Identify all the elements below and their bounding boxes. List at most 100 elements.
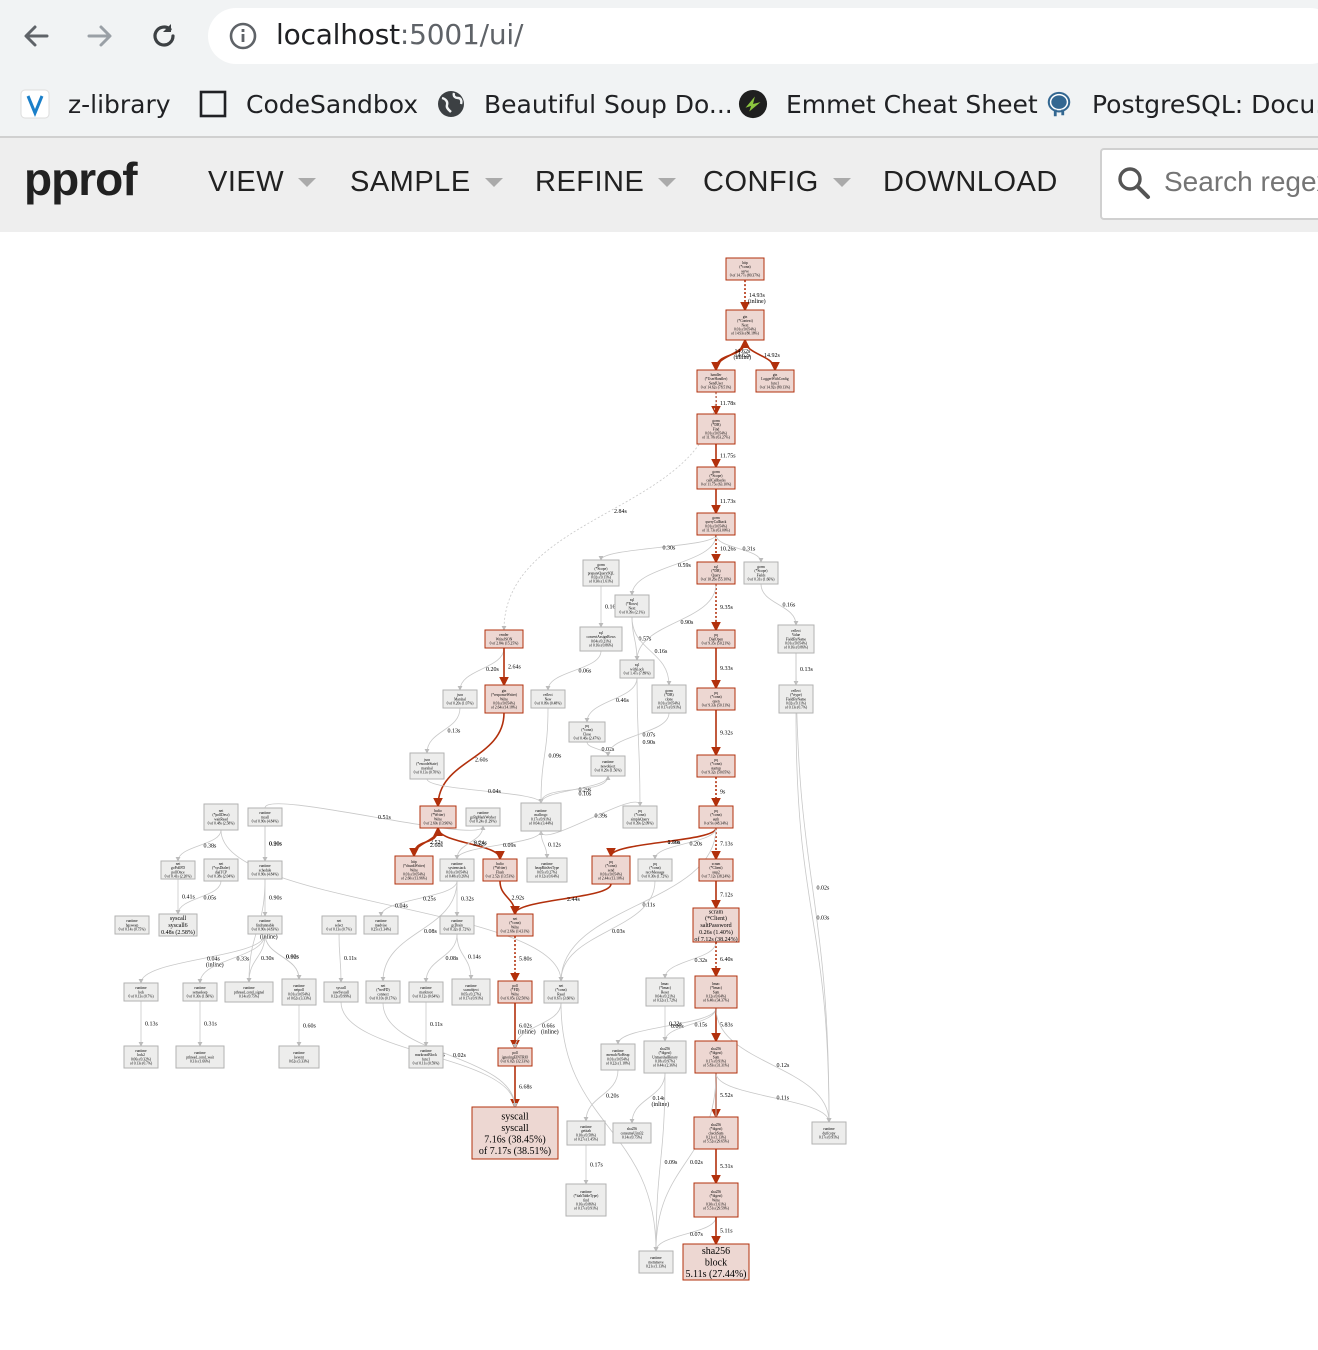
menu-view[interactable]: VIEW (208, 166, 317, 199)
forward-button[interactable] (82, 18, 118, 54)
graph-node[interactable]: sql(*DB)Query0 of 10.26s (55.10%) (696, 561, 736, 585)
graph-node[interactable]: runtimelock20.06s (0.32%)of 0.13s (0.7%) (123, 1045, 159, 1069)
graph-node[interactable]: runtimegcBgMarkWorker0 of 0.24s (1.29%) (465, 807, 501, 827)
graph-node[interactable]: runtimemarkroot0 of 0.12s (0.64%) (408, 981, 444, 1003)
graph-node[interactable]: sha256block5.11s (27.44%) (682, 1243, 750, 1281)
menu-config[interactable]: CONFIG (703, 166, 851, 199)
graph-node[interactable]: sql(*Rows)Next0 of 0.39s (2.1%) (614, 594, 650, 618)
graph-node[interactable]: sha256(*digest)checkSum0.21s (1.13%)of 5… (693, 1116, 739, 1150)
graph-node[interactable]: reflect(*rtype)FieldByName0.02s (0.11%)o… (778, 684, 814, 714)
graph-node[interactable]: hmac(*hmac)Reset0.04s (0.21%)of 0.32s (1… (645, 977, 685, 1007)
graph-node[interactable]: runtimememmove0.21s (1.13%) (638, 1250, 674, 1274)
graph-node[interactable]: runtimenewobject0 of 0.29s (1.56%) (590, 755, 626, 777)
graph-node[interactable]: scram(*Client)saltPassword0.26s (1.40%)o… (692, 907, 740, 943)
graph-node[interactable]: pq(*conn)recvMessage0 of 0.30s (1.72%) (637, 858, 673, 882)
graph-node[interactable]: runtimemcall0 of 0.90s (4.84%) (247, 807, 283, 827)
reload-button[interactable] (146, 18, 182, 54)
graph-node[interactable]: runtimepthread_cond_signal0.14s (0.75%) (224, 981, 274, 1003)
graph-node[interactable]: bufio(*Writer)Flush0 of 2.52s (13.53%) (482, 858, 518, 882)
call-edge[interactable] (501, 391, 717, 631)
graph-node[interactable]: hmac(*hmac)Sum0.12s (0.64%)of 6.40s (34.… (694, 975, 738, 1009)
graph-node[interactable]: runtimebgsweep0 of 0.14s (0.75%) (114, 915, 150, 935)
graph-node[interactable]: syscallsyscall60.48s (2.58%) (158, 913, 198, 937)
bookmark-emmet[interactable]: Emmet Cheat Sheet (738, 72, 1038, 136)
graph-node[interactable]: pq(*conn)startup0 of 9.32s (50.05%) (696, 754, 736, 778)
graph-node[interactable]: gormqueryCallback0.01s (0.054%)of 11.73s… (696, 512, 736, 536)
graph-node[interactable]: runtimelock0 of 0.13s (0.7%) (123, 982, 159, 1002)
graph-node[interactable]: runtimescanobject0.05s (0.27%)of 0.17s (… (451, 978, 491, 1006)
graph-node[interactable]: reflectValueFieldByName0.01s (0.054%)of … (777, 624, 815, 654)
call-edge[interactable] (540, 775, 611, 804)
graph-node[interactable]: pollignoringEINTRIO0 of 6.02s (32.33%) (497, 1047, 533, 1067)
graph-node[interactable]: netselect0 of 0.13s (0.7%) (321, 915, 357, 935)
graph-node[interactable]: syscallsyscall7.16s (38.45%)of 7.17s (38… (471, 1106, 559, 1160)
graph-node[interactable]: netgoPollFDpollOnce0 of 0.41s (2.20%) (160, 860, 196, 880)
graph-node[interactable]: runtimegetitab0.10s (0.58%)of 0.27s (1.4… (566, 1120, 606, 1146)
graph-node[interactable]: jsonMarshal0 of 0.20s (1.07%) (442, 689, 478, 709)
graph-node[interactable]: http(*chunkWriter)Write0.01s (0.054%)of … (394, 855, 434, 885)
graph-node[interactable]: sqlconvertAssignRows0.04s (0.21%)of 0.16… (579, 626, 623, 652)
call-edge[interactable] (558, 827, 717, 982)
call-edge[interactable] (426, 778, 544, 804)
menu-sample[interactable]: SAMPLE (350, 166, 503, 199)
call-edge[interactable] (598, 534, 717, 561)
graph-node[interactable]: pq(*conn)auth0 of 9s (48.34%) (698, 805, 734, 829)
bookmark-postgresql[interactable]: PostgreSQL: Docu... (1044, 72, 1318, 136)
graph-node[interactable]: syscallrawSyscall0.12s (0.99%) (323, 981, 359, 1003)
graph-node[interactable]: sha256(*digest)Sum0.17s (0.91%)of 5.83s … (694, 1040, 738, 1074)
graph-node[interactable]: sha256(*digest)UnmarshalBinary0.18s (0.9… (643, 1040, 687, 1074)
graph-node[interactable]: runtimegcDrain0 of 0.32s (1.72%) (439, 915, 475, 935)
app-logo[interactable]: pprof (24, 152, 138, 206)
graph-node[interactable]: runtimefindrunnable0 of 0.90s (4.83%) (247, 915, 283, 935)
graph-node[interactable]: runtimemarkrootBlockfunc10 of 0.11s (0.5… (408, 1045, 444, 1069)
call-edge[interactable] (382, 1002, 518, 1108)
graph-node[interactable]: bufio(*Writer)Write0 of 2.60s (13.96%) (419, 805, 457, 829)
call-edge[interactable] (538, 707, 549, 804)
graph-node[interactable]: runtimemadvise0.25s (1.34%) (363, 915, 399, 935)
graph-node[interactable]: pq(*conn)send0.01s (0.054%)of 2.44s (13.… (591, 855, 631, 885)
graph-node[interactable]: pq(*conn)open0 of 9.33s (50.11%) (696, 687, 736, 711)
call-edge[interactable] (715, 1072, 832, 1123)
graph-node[interactable]: net(*netFD)connect0 of 0.10s (0.17%) (365, 980, 401, 1004)
call-edge[interactable] (652, 827, 717, 860)
bookmark-codesandbox[interactable]: CodeSandbox (198, 72, 418, 136)
menu-refine[interactable]: REFINE (535, 166, 677, 199)
graph-node[interactable]: gorm(*DB)Find0.01s (0.054%)of 11.78s (63… (696, 413, 736, 445)
graph-node[interactable]: runtimememclrNoHeap0.01s (0.054%)of 0.22… (600, 1043, 636, 1071)
graph-node[interactable]: pq(*conn)Close0 of 0.46s (2.47%) (568, 721, 606, 743)
graph-node[interactable]: sha256(*digest)Write0.30s (1.61%)of 5.51… (693, 1182, 739, 1218)
menu-download[interactable]: DOWNLOAD (883, 166, 1058, 199)
graph-node[interactable]: json(*encodeState)marshal0 of 0.13s (0.7… (409, 752, 445, 780)
graph-node[interactable]: gin(*responseWriter)Write0.01s (0.054%)o… (484, 684, 524, 714)
graph-node[interactable]: sha256consumeUint320.14s (0.75%) (612, 1122, 652, 1144)
search-input[interactable] (1164, 166, 1318, 198)
graph-node[interactable]: gin(*Context)Next0.01s (0.054%)of 14.93s… (725, 309, 765, 341)
graph-node[interactable]: gorm(*Scope)Fields0 of 0.31s (1.66%) (743, 561, 779, 585)
bookmark-beautifulsoup[interactable]: Beautiful Soup Do... (436, 72, 733, 136)
graph-node[interactable]: handler(*UserHandler)SendUser0 of 14.62s… (696, 369, 736, 393)
graph-node[interactable]: gorm(*Scope)callCallbacks0 of 11.75s (63… (696, 466, 736, 490)
call-edge[interactable] (584, 677, 638, 723)
graph-node[interactable]: runtimekevent0.62s (3.33%) (278, 1045, 320, 1069)
graph-node[interactable]: runtimeschedule0 of 0.90s (4.84%) (247, 860, 283, 880)
graph-node[interactable]: pq(*conn)simpleQuery0 of 0.39s (2.09%) (622, 805, 658, 829)
call-edge[interactable] (510, 883, 612, 916)
graph-node[interactable]: runtimeduffcopy0.17s (0.91%) (811, 1121, 847, 1145)
bookmark-zlibrary[interactable]: z-library (20, 72, 171, 136)
call-edge[interactable] (558, 880, 656, 982)
graph-node[interactable]: net(*sysDialer)dialTCP0 of 0.38s (2.04%) (203, 858, 239, 882)
graph-node[interactable]: sqlwithLock0 of 1.47s (7.89%) (619, 659, 655, 679)
graph-node[interactable]: http(*conn)serve0 of 14.77s (80.37%) (725, 257, 765, 281)
graph-node[interactable]: poll(*FD)Write0 of 6.05s (32.50%) (497, 980, 533, 1004)
graph-node[interactable]: ginLoggerWithConfigfunc10 of 14.92s (80.… (755, 369, 795, 393)
call-edge[interactable] (545, 650, 602, 691)
graph-node[interactable]: runtimesystemstack0.01s (0.054%)of 0.48s… (439, 858, 475, 882)
graph-node[interactable]: runtimesemasleep0 of 0.30s (1.60%) (182, 982, 218, 1002)
graph-node[interactable]: gorm(*DB)clone0.01s (0.054%)of 0.17s (0.… (651, 684, 687, 714)
graph-node[interactable]: runtimeheapBitsSetType0.05s (0.27%)of 0.… (526, 857, 568, 883)
graph-node[interactable]: runtime(*itabTableType)find0.16s (0.86%)… (565, 1183, 607, 1217)
graph-node[interactable]: renderWriteJSON0 of 2.84s (15.25%) (484, 629, 524, 649)
call-edge[interactable] (636, 677, 643, 807)
graph-node[interactable]: runtimemallocgc0.17s (0.91%)of 0.64s (3.… (520, 802, 562, 832)
call-edge[interactable] (338, 933, 344, 983)
